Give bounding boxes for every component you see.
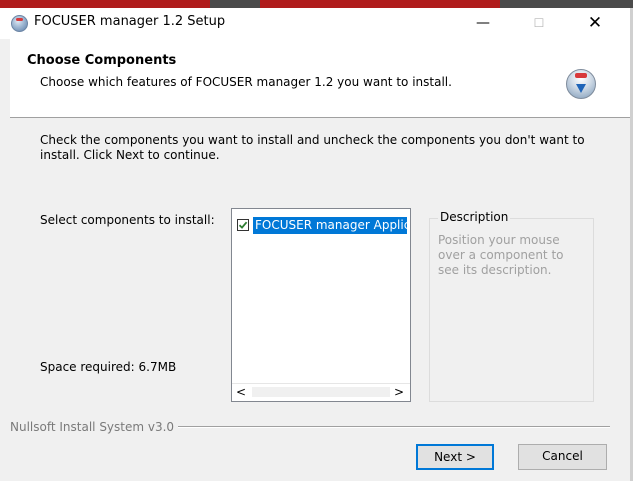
minimize-button[interactable]: — (460, 8, 506, 39)
space-required-label: Space required: 6.7MB (40, 360, 177, 374)
scroll-left-button[interactable]: < (236, 385, 246, 399)
setup-window: FOCUSER manager 1.2 Setup — ☐ ✕ Choose C… (0, 8, 633, 481)
instructions-text: Check the components you want to install… (40, 133, 585, 162)
list-item[interactable]: FOCUSER manager Application (237, 217, 407, 234)
installer-globe-icon (566, 69, 596, 99)
cancel-button[interactable]: Cancel (518, 444, 607, 470)
component-label[interactable]: FOCUSER manager Application (253, 217, 407, 234)
background-strip-red (0, 0, 210, 8)
description-box: Description Position your mouse over a c… (429, 210, 594, 402)
close-button[interactable]: ✕ (572, 8, 618, 39)
maximize-button[interactable]: ☐ (516, 8, 562, 39)
scrollbar-thumb[interactable] (252, 387, 390, 397)
scroll-right-button[interactable]: > (394, 385, 404, 399)
window-frame (0, 39, 10, 481)
description-text: Position your mouse over a component to … (438, 233, 564, 277)
branding-text: Nullsoft Install System v3.0 (10, 420, 179, 434)
window-title: FOCUSER manager 1.2 Setup (34, 14, 226, 29)
description-legend: Description (438, 210, 511, 224)
components-list[interactable]: FOCUSER manager Application < > (231, 208, 411, 402)
component-checkbox[interactable] (237, 219, 249, 231)
select-components-label: Select components to install: (40, 213, 215, 227)
background-strip-red (260, 0, 500, 8)
checkmark-icon (238, 221, 248, 229)
page-subtitle: Choose which features of FOCUSER manager… (40, 75, 452, 89)
background-strip (0, 0, 633, 8)
horizontal-scrollbar[interactable]: < > (232, 383, 410, 401)
page-title: Choose Components (27, 53, 177, 68)
title-bar[interactable]: FOCUSER manager 1.2 Setup — ☐ ✕ (0, 8, 630, 39)
page-header: Choose Components Choose which features … (10, 39, 630, 118)
app-icon (11, 15, 28, 32)
next-button[interactable]: Next > (416, 444, 494, 470)
